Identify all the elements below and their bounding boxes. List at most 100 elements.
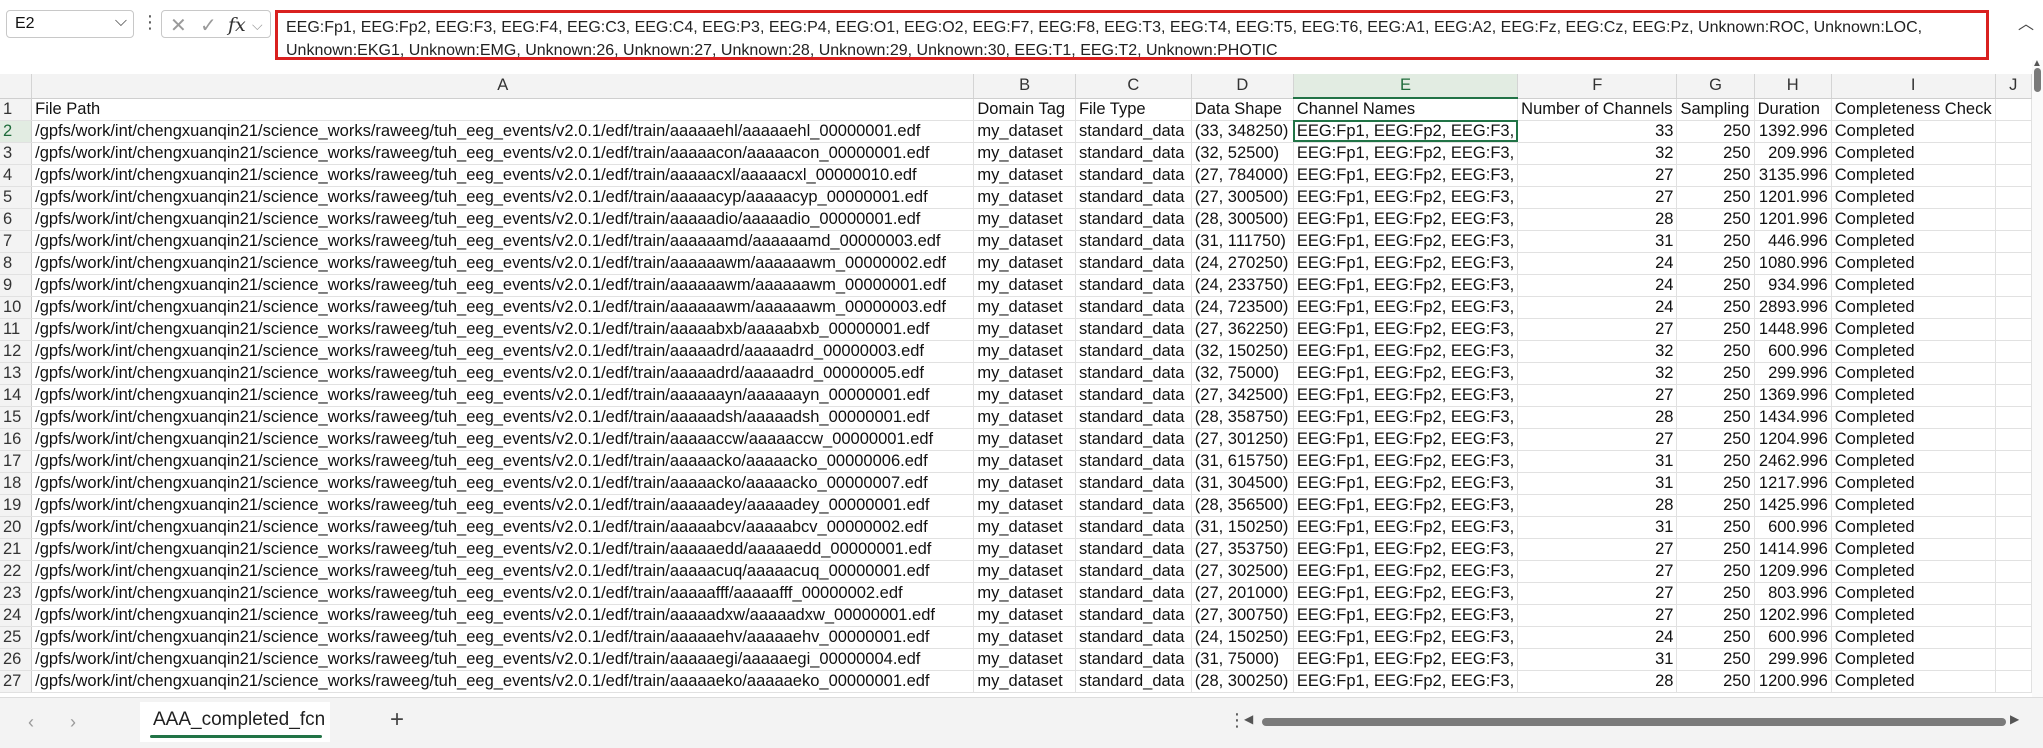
data-shape-cell[interactable]: (24, 233750) — [1191, 274, 1294, 297]
file-path-cell[interactable]: /gpfs/work/int/chengxuanqin21/science_wo… — [31, 406, 975, 429]
domain-tag-cell[interactable]: my_dataset — [973, 604, 1076, 627]
sampling-cell[interactable]: 250 — [1676, 648, 1755, 671]
sampling-cell[interactable]: 250 — [1676, 516, 1755, 539]
row-header[interactable]: 17 — [0, 450, 33, 473]
sampling-cell[interactable]: 250 — [1676, 626, 1755, 649]
channel-count-cell[interactable]: 27 — [1517, 318, 1678, 341]
empty-cell[interactable] — [1995, 494, 2032, 517]
data-shape-cell[interactable]: (27, 201000) — [1191, 582, 1294, 605]
empty-cell[interactable] — [1995, 516, 2032, 539]
file-path-cell[interactable]: /gpfs/work/int/chengxuanqin21/science_wo… — [31, 164, 975, 187]
row-header[interactable]: 18 — [0, 472, 33, 495]
completeness-cell[interactable]: Completed — [1831, 318, 1996, 341]
row-header[interactable]: 14 — [0, 384, 33, 407]
channel-count-cell[interactable]: 32 — [1517, 340, 1678, 363]
column-header-j[interactable]: J — [1995, 74, 2032, 99]
file-type-cell[interactable]: standard_data — [1075, 274, 1192, 297]
duration-cell[interactable]: 1425.996 — [1754, 494, 1832, 517]
file-type-cell[interactable]: standard_data — [1075, 428, 1192, 451]
row-header[interactable]: 22 — [0, 560, 33, 583]
data-shape-cell[interactable]: (32, 52500) — [1191, 142, 1294, 165]
empty-cell[interactable] — [1995, 582, 2032, 605]
completeness-cell[interactable]: Completed — [1831, 186, 1996, 209]
chevron-down-icon[interactable]: ⌵ — [252, 17, 263, 34]
domain-tag-cell[interactable]: my_dataset — [973, 252, 1076, 275]
chevron-left-icon[interactable]: ‹ — [28, 712, 34, 733]
column-header-i[interactable]: I — [1831, 74, 1996, 99]
duration-cell[interactable]: 1080.996 — [1754, 252, 1832, 275]
domain-tag-cell[interactable]: my_dataset — [973, 428, 1076, 451]
channel-names-cell[interactable]: EEG:Fp1, EEG:Fp2, EEG:F3, — [1293, 340, 1519, 363]
data-shape-cell[interactable]: (33, 348250) — [1191, 120, 1294, 143]
file-path-cell[interactable]: /gpfs/work/int/chengxuanqin21/science_wo… — [31, 560, 975, 583]
sampling-cell[interactable]: 250 — [1676, 296, 1755, 319]
data-shape-cell[interactable]: (24, 270250) — [1191, 252, 1294, 275]
channel-names-cell[interactable]: EEG:Fp1, EEG:Fp2, EEG:F3, — [1293, 670, 1519, 693]
empty-cell[interactable] — [1995, 472, 2032, 495]
sampling-cell[interactable]: 250 — [1676, 472, 1755, 495]
domain-tag-cell[interactable]: my_dataset — [973, 384, 1076, 407]
file-type-cell[interactable]: standard_data — [1075, 230, 1192, 253]
row-header[interactable]: 26 — [0, 648, 33, 671]
file-path-cell[interactable]: /gpfs/work/int/chengxuanqin21/science_wo… — [31, 208, 975, 231]
completeness-cell[interactable]: Completed — [1831, 450, 1996, 473]
row-header[interactable]: 4 — [0, 164, 33, 187]
data-shape-cell[interactable]: (31, 304500) — [1191, 472, 1294, 495]
completeness-cell[interactable]: Completed — [1831, 670, 1996, 693]
row-header[interactable]: 7 — [0, 230, 33, 253]
column-header-c[interactable]: C — [1075, 74, 1192, 99]
duration-cell[interactable]: 1202.996 — [1754, 604, 1832, 627]
file-path-cell[interactable]: /gpfs/work/int/chengxuanqin21/science_wo… — [31, 340, 975, 363]
completeness-cell[interactable]: Completed — [1831, 604, 1996, 627]
empty-cell[interactable] — [1995, 560, 2032, 583]
sampling-cell[interactable]: 250 — [1676, 582, 1755, 605]
row-header[interactable]: 11 — [0, 318, 33, 341]
empty-cell[interactable] — [1995, 142, 2032, 165]
file-path-cell[interactable]: /gpfs/work/int/chengxuanqin21/science_wo… — [31, 604, 975, 627]
scrollbar-thumb[interactable] — [1262, 718, 2006, 726]
duration-cell[interactable]: 934.996 — [1754, 274, 1832, 297]
channel-names-cell[interactable]: EEG:Fp1, EEG:Fp2, EEG:F3, — [1293, 208, 1519, 231]
domain-tag-cell[interactable]: my_dataset — [973, 340, 1076, 363]
file-type-cell[interactable]: standard_data — [1075, 142, 1192, 165]
file-type-cell[interactable]: standard_data — [1075, 362, 1192, 385]
duration-cell[interactable]: 600.996 — [1754, 340, 1832, 363]
row-header[interactable]: 16 — [0, 428, 33, 451]
channel-count-cell[interactable]: 28 — [1517, 494, 1678, 517]
formula-input[interactable]: EEG:Fp1, EEG:Fp2, EEG:F3, EEG:F4, EEG:C3… — [275, 10, 1989, 60]
domain-tag-cell[interactable]: my_dataset — [973, 538, 1076, 561]
channel-names-cell[interactable]: EEG:Fp1, EEG:Fp2, EEG:F3, — [1293, 538, 1519, 561]
file-path-cell[interactable]: /gpfs/work/int/chengxuanqin21/science_wo… — [31, 428, 975, 451]
sampling-cell[interactable]: 250 — [1676, 120, 1755, 143]
duration-cell[interactable]: 600.996 — [1754, 626, 1832, 649]
header-cell[interactable] — [1995, 98, 2032, 121]
channel-count-cell[interactable]: 28 — [1517, 208, 1678, 231]
duration-cell[interactable]: 1217.996 — [1754, 472, 1832, 495]
file-path-cell[interactable]: /gpfs/work/int/chengxuanqin21/science_wo… — [31, 494, 975, 517]
column-header-d[interactable]: D — [1191, 74, 1294, 99]
file-path-cell[interactable]: /gpfs/work/int/chengxuanqin21/science_wo… — [31, 296, 975, 319]
file-path-cell[interactable]: /gpfs/work/int/chengxuanqin21/science_wo… — [31, 384, 975, 407]
channel-count-cell[interactable]: 27 — [1517, 384, 1678, 407]
empty-cell[interactable] — [1995, 384, 2032, 407]
sampling-cell[interactable]: 250 — [1676, 362, 1755, 385]
duration-cell[interactable]: 1201.996 — [1754, 186, 1832, 209]
domain-tag-cell[interactable]: my_dataset — [973, 648, 1076, 671]
completeness-cell[interactable]: Completed — [1831, 428, 1996, 451]
close-icon[interactable]: ✕ — [170, 13, 187, 38]
completeness-cell[interactable]: Completed — [1831, 472, 1996, 495]
channel-count-cell[interactable]: 31 — [1517, 230, 1678, 253]
data-shape-cell[interactable]: (27, 300500) — [1191, 186, 1294, 209]
column-header-g[interactable]: G — [1676, 74, 1755, 99]
header-cell[interactable]: Domain Tag — [973, 98, 1076, 121]
data-shape-cell[interactable]: (27, 301250) — [1191, 428, 1294, 451]
header-cell[interactable]: Data Shape — [1191, 98, 1294, 121]
channel-names-cell[interactable]: EEG:Fp1, EEG:Fp2, EEG:F3, — [1293, 648, 1519, 671]
data-shape-cell[interactable]: (32, 75000) — [1191, 362, 1294, 385]
channel-count-cell[interactable]: 24 — [1517, 274, 1678, 297]
channel-names-cell[interactable]: EEG:Fp1, EEG:Fp2, EEG:F3, — [1293, 362, 1519, 385]
domain-tag-cell[interactable]: my_dataset — [973, 362, 1076, 385]
file-type-cell[interactable]: standard_data — [1075, 472, 1192, 495]
channel-names-cell[interactable]: EEG:Fp1, EEG:Fp2, EEG:F3, — [1293, 120, 1519, 143]
empty-cell[interactable] — [1995, 362, 2032, 385]
